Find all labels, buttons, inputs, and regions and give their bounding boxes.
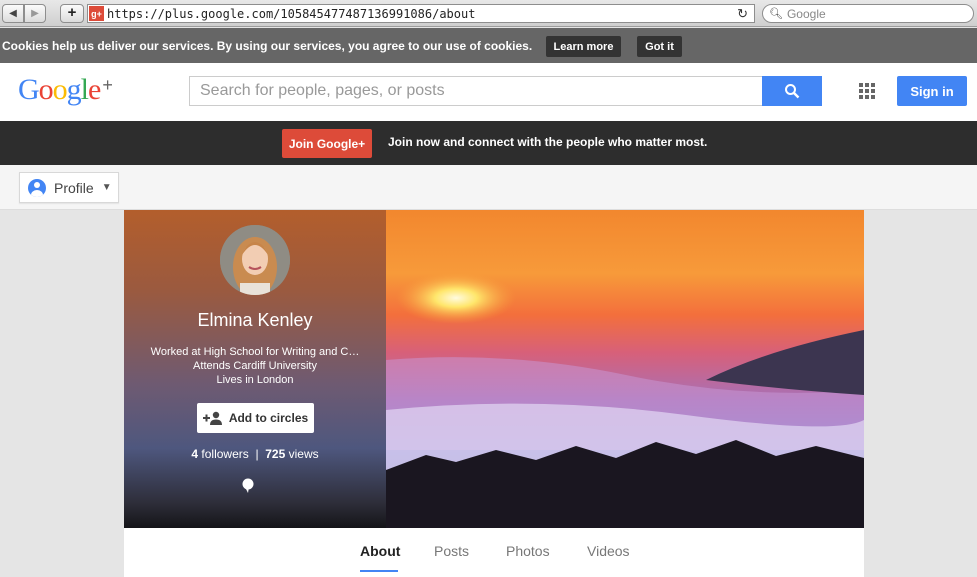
bio-education: Attends Cardiff University: [193, 360, 317, 372]
search-icon: [785, 84, 800, 99]
search-icon: 🔍︎: [769, 8, 783, 20]
logo-letter: l: [80, 73, 89, 106]
cookie-notice: Cookies help us deliver our services. By…: [0, 28, 977, 63]
logo-letter: G: [18, 73, 40, 106]
logo-letter: o: [52, 73, 68, 106]
profile-dropdown-label: Profile: [54, 179, 94, 196]
cookie-message: Cookies help us deliver our services. By…: [2, 38, 533, 53]
browser-search-placeholder: Google: [786, 6, 826, 21]
tab-about[interactable]: About: [360, 543, 400, 559]
profile-tabs: About Posts Photos Videos: [124, 528, 864, 577]
logo-letter: g: [66, 73, 82, 106]
add-to-circles-button[interactable]: Add to circles: [197, 403, 314, 433]
add-to-circles-label: Add to circles: [228, 411, 309, 425]
add-person-icon: [202, 411, 222, 425]
logo-letter: e: [88, 73, 101, 106]
profile-card: Elmina Kenley Worked at High School for …: [124, 210, 864, 528]
chevron-down-icon: ▼: [101, 182, 112, 193]
followers-label: followers: [201, 447, 249, 461]
cover-photo[interactable]: [386, 210, 864, 528]
views-count: 725: [265, 447, 286, 461]
join-google-plus-button[interactable]: Join Google+: [282, 129, 372, 158]
search-placeholder: Search for people, pages, or posts: [200, 82, 445, 99]
tab-photos[interactable]: Photos: [506, 543, 550, 559]
person-icon: [28, 178, 46, 197]
join-banner: Join Google+ Join now and connect with t…: [0, 121, 977, 165]
followers-count: 4: [191, 447, 199, 461]
header: Google + Search for people, pages, or pos…: [0, 63, 977, 121]
subnav: Profile ▼: [0, 165, 977, 210]
logo-letter: o: [38, 73, 54, 106]
profile-name: Elmina Kenley: [197, 310, 313, 330]
search-button[interactable]: [762, 76, 822, 106]
got-it-button[interactable]: Got it: [637, 36, 682, 57]
google-plus-logo[interactable]: Google +: [18, 73, 113, 107]
forward-button[interactable]: ▶: [24, 4, 46, 23]
location-pin-icon[interactable]: [242, 478, 254, 494]
address-bar[interactable]: g+ https://plus.google.com/1058454774871…: [87, 4, 755, 23]
bio-location: Lives in London: [216, 374, 294, 386]
profile-dropdown[interactable]: Profile ▼: [19, 172, 119, 203]
sign-in-button[interactable]: Sign in: [897, 76, 967, 106]
google-plus-favicon-icon: g+: [89, 6, 104, 21]
url-text: https://plus.google.com/1058454774871369…: [107, 6, 476, 21]
apps-grid-icon[interactable]: [859, 83, 875, 99]
browser-toolbar: ◀ ▶ + g+ https://plus.google.com/1058454…: [0, 0, 977, 27]
reload-icon[interactable]: ↻: [737, 6, 748, 22]
views-label: views: [288, 447, 319, 461]
profile-info-panel: Elmina Kenley Worked at High School for …: [124, 210, 386, 528]
avatar[interactable]: [220, 225, 290, 295]
search-input[interactable]: Search for people, pages, or posts: [189, 76, 763, 106]
stats-separator: |: [255, 447, 259, 461]
new-tab-button[interactable]: +: [60, 4, 84, 23]
active-tab-indicator: [360, 570, 398, 572]
profile-stats: 4 followers | 725 views: [124, 447, 386, 461]
bio-work: Worked at High School for Writing and C…: [150, 346, 360, 358]
join-message: Join now and connect with the people who…: [388, 135, 708, 149]
learn-more-button[interactable]: Learn more: [546, 36, 621, 57]
back-button[interactable]: ◀: [2, 4, 24, 23]
tab-posts[interactable]: Posts: [434, 543, 469, 559]
browser-search-field[interactable]: 🔍︎ Google: [762, 4, 974, 23]
tab-videos[interactable]: Videos: [587, 543, 630, 559]
